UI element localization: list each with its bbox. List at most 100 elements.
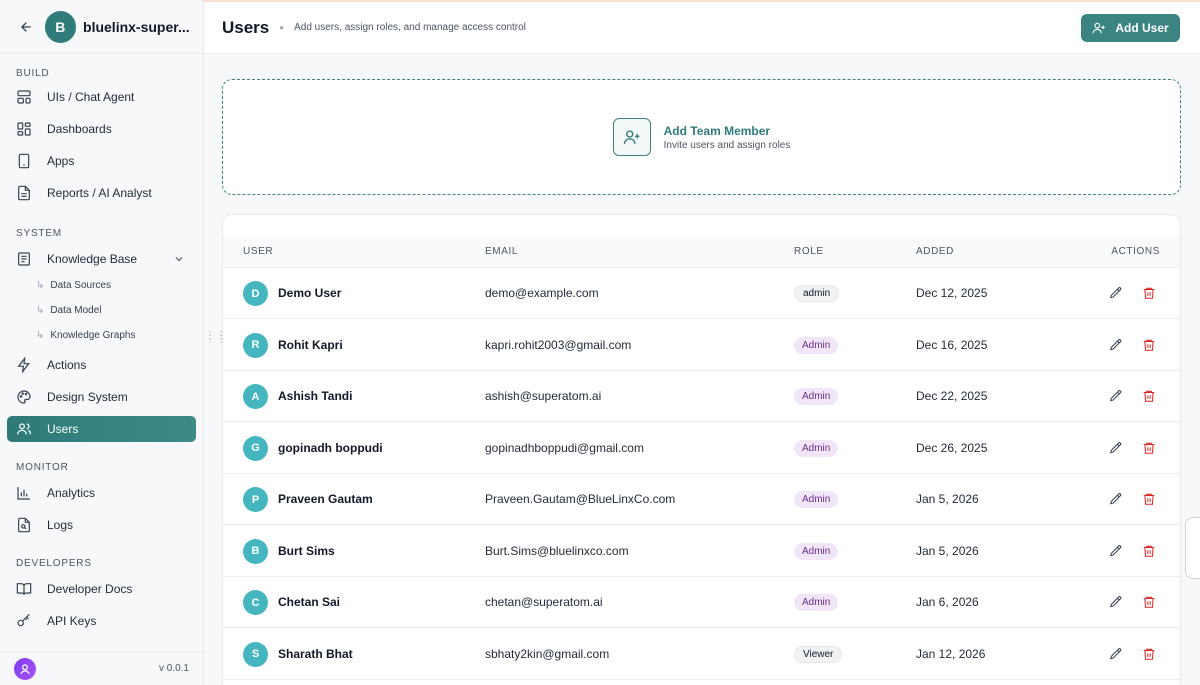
users-table: USER EMAIL ROLE ADDED ACTIONS D Demo User… xyxy=(222,214,1181,685)
sidebar-item-reports[interactable]: Reports / AI Analyst xyxy=(0,180,203,206)
edit-pencil-icon[interactable] xyxy=(1109,544,1123,558)
role-badge: Admin xyxy=(794,388,839,405)
palette-icon xyxy=(17,390,31,404)
key-icon xyxy=(17,613,30,627)
sidebar-item-label: Logs xyxy=(47,518,74,532)
layout-icon xyxy=(17,90,31,104)
sidebar-item-actions[interactable]: Actions xyxy=(0,352,203,378)
sidebar: B bluelinx-super... BUILD UIs / Chat Age… xyxy=(0,0,204,685)
role-badge: Admin xyxy=(794,594,839,611)
user-avatar: P xyxy=(243,487,268,512)
role-badge: Viewer xyxy=(794,645,843,663)
user-name: Burt Sims xyxy=(278,543,335,558)
delete-trash-icon[interactable] xyxy=(1142,647,1156,661)
edit-pencil-icon[interactable] xyxy=(1109,389,1123,403)
bar-chart-icon xyxy=(17,487,30,500)
user-email: sbhaty2kin@gmail.com xyxy=(485,646,610,661)
edit-pencil-icon[interactable] xyxy=(1109,595,1123,609)
table-row[interactable]: D Demo User demo@example.com admin Dec 12, 2… xyxy=(223,268,1180,319)
subitem-label: Knowledge Graphs xyxy=(50,329,136,341)
floating-widget[interactable] xyxy=(1185,517,1200,579)
column-header-role[interactable]: ROLE xyxy=(794,246,824,257)
user-email: ashish@superatom.ai xyxy=(485,389,602,403)
sidebar-subitem-data-sources[interactable]: ↳ Data Sources xyxy=(0,276,203,294)
table-row[interactable]: Ggopinadh boppudi gopinadhboppudi@gmail.c… xyxy=(223,423,1180,474)
column-header-added[interactable]: ADDED xyxy=(916,246,954,257)
sidebar-item-users[interactable]: Users xyxy=(7,416,196,442)
user-avatar-icon[interactable] xyxy=(14,657,36,680)
edit-pencil-icon[interactable] xyxy=(1109,647,1123,661)
user-email: demo@example.com xyxy=(485,286,599,300)
subitem-label: Data Model xyxy=(50,304,102,316)
table-row[interactable]: B Burt Sims Burt.Sims@bluelinxco.com Admin J… xyxy=(223,526,1180,577)
sidebar-item-label: Developer Docs xyxy=(47,582,133,596)
edit-pencil-icon[interactable] xyxy=(1109,441,1123,455)
sidebar-item-apps[interactable]: Apps xyxy=(0,148,203,174)
table-row[interactable]: A Ashish Tandi ashish@superatom.ai Admin Dec… xyxy=(223,371,1180,422)
sidebar-item-knowledge-base[interactable]: Knowledge Base xyxy=(0,246,203,272)
table-row[interactable]: C Chetan Sai chetan@superatom.ai Admin Jan 6… xyxy=(223,577,1180,628)
page-subtitle: Add users, assign roles, and manage acce… xyxy=(294,22,526,33)
column-header-actions: ACTIONS xyxy=(1111,246,1160,257)
user-name: Chetan Sai xyxy=(278,595,341,609)
sidebar-item-dashboards[interactable]: Dashboards xyxy=(0,116,203,142)
subitem-branch-icon: ↳ xyxy=(36,304,45,316)
user-name: Sharath Bhat xyxy=(278,646,353,661)
open-book-icon xyxy=(16,583,32,596)
user-name: gopinadh boppudi xyxy=(278,440,383,455)
sidebar-item-analytics[interactable]: Analytics xyxy=(0,480,203,506)
user-name: Demo User xyxy=(278,286,342,300)
delete-trash-icon[interactable] xyxy=(1142,338,1156,352)
table-row[interactable]: R Rohit Kapri kapri.rohit2003@gmail.com Adm… xyxy=(223,320,1180,371)
delete-trash-icon[interactable] xyxy=(1142,544,1156,558)
section-label-monitor: MONITOR xyxy=(16,461,69,473)
table-row[interactable]: P Praveen Gautam Praveen.Gautam@BlueLinxCo… xyxy=(223,474,1180,525)
add-team-member-card[interactable]: Add Team Member Invite users and assign … xyxy=(222,79,1181,195)
role-badge: Admin xyxy=(794,336,839,354)
role-badge: admin xyxy=(794,285,840,302)
workspace-name[interactable]: bluelinx-super... xyxy=(83,19,191,35)
delete-trash-icon[interactable] xyxy=(1142,389,1156,403)
workspace-avatar[interactable]: B xyxy=(44,10,77,43)
users-icon xyxy=(17,423,32,435)
sidebar-footer: v 0.0.1 xyxy=(0,651,203,685)
sidebar-subitem-knowledge-graphs[interactable]: ↳ Knowledge Graphs xyxy=(0,326,203,344)
delete-trash-icon[interactable] xyxy=(1142,286,1156,300)
sidebar-item-logs[interactable]: Logs xyxy=(0,512,203,538)
role-badge: Admin xyxy=(794,491,839,508)
sidebar-item-label: Design System xyxy=(47,390,128,404)
subitem-branch-icon: ↳ xyxy=(36,279,45,291)
sidebar-item-uis-chat-agent[interactable]: UIs / Chat Agent xyxy=(0,84,203,110)
user-email: Praveen.Gautam@BlueLinxCo.com xyxy=(485,492,676,506)
section-label-system: SYSTEM xyxy=(16,227,62,239)
sidebar-item-design-system[interactable]: Design System xyxy=(0,384,203,410)
document-icon xyxy=(18,185,30,201)
user-plus-icon xyxy=(1092,22,1106,34)
role-badge: Admin xyxy=(794,542,839,560)
subitem-branch-icon: ↳ xyxy=(36,329,45,341)
sidebar-subitem-data-model[interactable]: ↳ Data Model xyxy=(0,301,203,319)
edit-pencil-icon[interactable] xyxy=(1109,338,1123,352)
sidebar-item-developer-docs[interactable]: Developer Docs xyxy=(0,576,203,602)
add-user-button[interactable]: Add User xyxy=(1081,14,1180,42)
table-header: USER EMAIL ROLE ADDED ACTIONS xyxy=(223,236,1180,268)
sidebar-item-api-keys[interactable]: API Keys xyxy=(0,608,203,634)
sidebar-item-label: Actions xyxy=(47,358,87,372)
added-date: Jan 12, 2026 xyxy=(916,646,986,661)
table-row[interactable]: S Sharath Bhat sbhaty2kin@gmail.com Viewer J… xyxy=(223,629,1180,680)
delete-trash-icon[interactable] xyxy=(1142,595,1156,609)
user-plus-icon xyxy=(612,118,651,156)
user-email: Burt.Sims@bluelinxco.com xyxy=(485,543,629,558)
delete-trash-icon[interactable] xyxy=(1142,441,1156,455)
title-separator-dot: ● xyxy=(279,23,285,32)
column-header-user[interactable]: USER xyxy=(243,246,273,257)
back-arrow-icon[interactable] xyxy=(16,17,36,37)
column-header-email[interactable]: EMAIL xyxy=(485,246,518,257)
sidebar-item-label: Reports / AI Analyst xyxy=(47,186,152,200)
edit-pencil-icon[interactable] xyxy=(1109,286,1123,300)
page-title: Users xyxy=(222,17,270,37)
chevron-down-icon[interactable] xyxy=(173,253,185,265)
delete-trash-icon[interactable] xyxy=(1142,492,1156,506)
edit-pencil-icon[interactable] xyxy=(1109,492,1123,506)
sidebar-item-label: Knowledge Base xyxy=(47,252,138,266)
